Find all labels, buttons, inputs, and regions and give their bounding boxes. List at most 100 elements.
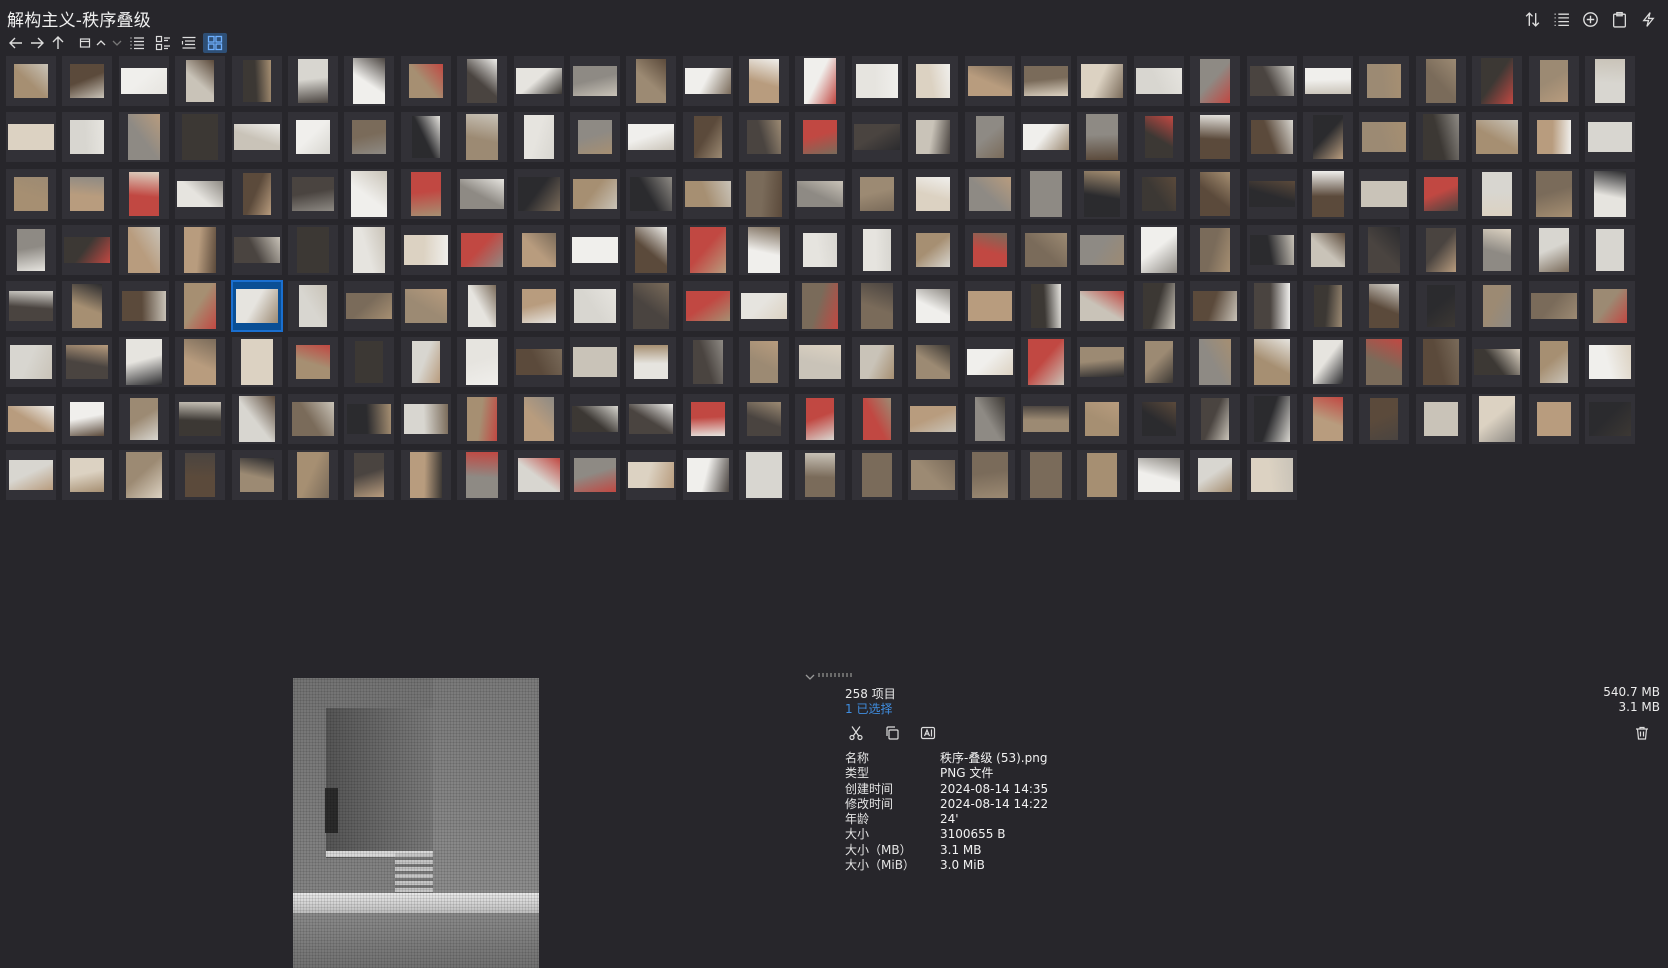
view-details-button[interactable] [177,33,201,53]
thumbnail-item[interactable] [513,112,564,163]
thumbnail-item[interactable] [795,393,846,444]
thumbnail-item[interactable] [6,393,56,444]
thumbnail-item[interactable] [1133,450,1184,501]
thumbnail-item[interactable] [626,337,677,388]
thumbnail-item[interactable] [231,56,282,106]
thumbnail-item[interactable] [1302,337,1353,388]
rename-button[interactable] [917,722,939,744]
thumbnail-item[interactable] [739,337,790,388]
thumbnail-item[interactable] [1133,56,1184,106]
thumbnail-item[interactable] [1021,112,1072,163]
thumbnail-item[interactable] [344,393,395,444]
view-thumbnails-button[interactable] [203,33,227,53]
thumbnail-item[interactable] [1415,393,1466,444]
thumbnail-item[interactable] [231,112,282,163]
thumbnail-item[interactable] [1246,281,1297,332]
thumbnail-item[interactable] [851,112,902,163]
thumbnail-item[interactable] [1528,56,1579,106]
thumbnail-item[interactable] [795,168,846,219]
thumbnail-item[interactable] [1077,450,1128,501]
thumbnail-item[interactable] [118,337,169,388]
thumbnail-item[interactable] [1584,112,1635,163]
thumbnail-item[interactable] [118,168,169,219]
copy-button[interactable] [881,722,903,744]
add-button[interactable] [1578,8,1603,30]
details-list-button[interactable] [1549,8,1574,30]
thumbnail-item[interactable] [6,224,56,275]
thumbnail-item[interactable] [1077,393,1128,444]
thumbnail-item[interactable] [1584,224,1635,275]
thumbnail-item[interactable] [964,281,1015,332]
thumbnail-item[interactable] [1415,168,1466,219]
delete-button[interactable] [1631,722,1653,744]
thumbnail-item[interactable] [62,393,113,444]
thumbnail-item[interactable] [400,224,451,275]
thumbnail-item[interactable] [1021,224,1072,275]
thumbnail-item[interactable] [626,281,677,332]
thumbnail-item[interactable] [1021,168,1072,219]
thumbnail-item[interactable] [569,112,620,163]
thumbnail-item[interactable] [964,168,1015,219]
thumbnail-item[interactable] [118,450,169,501]
thumbnail-item[interactable] [1021,337,1072,388]
thumbnail-item[interactable] [1472,281,1523,332]
thumbnail-item[interactable] [513,450,564,501]
thumbnail-item[interactable] [62,337,113,388]
thumbnail-item[interactable] [1190,337,1241,388]
thumbnail-item[interactable] [964,224,1015,275]
thumbnail-item[interactable] [62,224,113,275]
thumbnail-item[interactable] [1077,337,1128,388]
thumbnail-item[interactable] [1584,337,1635,388]
thumbnail-item[interactable] [1077,112,1128,163]
thumbnail-item[interactable] [457,56,508,106]
thumbnail-item[interactable] [1584,393,1635,444]
thumbnail-item[interactable] [795,450,846,501]
chevron-down-icon[interactable] [804,671,816,683]
thumbnail-item[interactable] [1021,281,1072,332]
thumbnail-item[interactable] [1246,450,1297,501]
thumbnail-item[interactable] [851,281,902,332]
thumbnail-item[interactable] [287,56,338,106]
thumbnail-item[interactable] [457,168,508,219]
thumbnail-item[interactable] [231,224,282,275]
thumbnail-item[interactable] [1359,168,1410,219]
thumbnail-item[interactable] [569,393,620,444]
thumbnail-item[interactable] [513,168,564,219]
thumbnail-item[interactable] [626,56,677,106]
thumbnail-item[interactable] [569,224,620,275]
thumbnail-item[interactable] [1021,56,1072,106]
thumbnail-item[interactable] [287,337,338,388]
thumbnail-item[interactable] [6,450,56,501]
thumbnail-item[interactable] [1472,56,1523,106]
thumbnail-item[interactable] [287,168,338,219]
thumbnail-item[interactable] [175,337,226,388]
thumbnail-item[interactable] [400,168,451,219]
thumbnail-item[interactable] [964,450,1015,501]
thumbnail-item[interactable] [175,112,226,163]
thumbnail-item[interactable] [1528,337,1579,388]
thumbnail-item[interactable] [457,337,508,388]
thumbnail-item[interactable] [569,450,620,501]
thumbnail-item[interactable] [1302,112,1353,163]
thumbnail-item[interactable] [1415,337,1466,388]
thumbnail-item[interactable] [739,224,790,275]
back-button[interactable] [6,33,26,53]
thumbnail-item[interactable] [287,281,338,332]
thumbnail-item[interactable] [230,280,283,333]
thumbnail-item[interactable] [400,337,451,388]
thumbnail-item[interactable] [513,56,564,106]
thumbnail-item[interactable] [344,281,395,332]
thumbnail-item[interactable] [1190,168,1241,219]
thumbnail-item[interactable] [1472,112,1523,163]
thumbnail-item[interactable] [682,112,733,163]
thumbnail-item[interactable] [231,450,282,501]
thumbnail-item[interactable] [739,450,790,501]
thumbnail-item[interactable] [1528,393,1579,444]
thumbnail-item[interactable] [739,168,790,219]
thumbnail-item[interactable] [1359,224,1410,275]
thumbnail-item[interactable] [1133,168,1184,219]
thumbnail-item[interactable] [1359,56,1410,106]
thumbnail-item[interactable] [62,450,113,501]
thumbnail-item[interactable] [626,393,677,444]
thumbnail-item[interactable] [1190,281,1241,332]
